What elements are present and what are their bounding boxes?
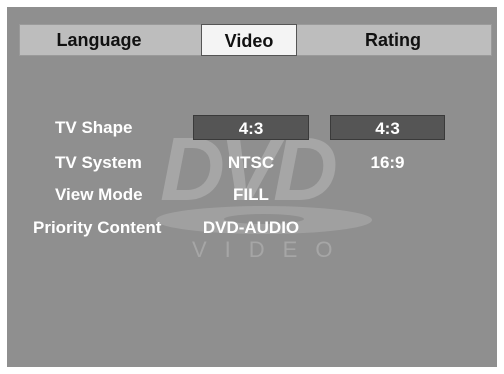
priority-content-value[interactable]: DVD-AUDIO bbox=[193, 218, 309, 238]
view-mode-label: View Mode bbox=[55, 185, 143, 204]
tab-rating[interactable]: Rating bbox=[323, 24, 463, 56]
setup-menu-screen: DVD VIDEO Language Video Rating TV Shape… bbox=[7, 7, 497, 367]
priority-content-label: Priority Content bbox=[33, 218, 162, 237]
svg-text:VIDEO: VIDEO bbox=[192, 237, 350, 262]
tv-shape-current-value[interactable]: 4:3 bbox=[193, 115, 309, 140]
view-mode-value[interactable]: FILL bbox=[193, 185, 309, 205]
tv-system-value[interactable]: NTSC bbox=[193, 153, 309, 173]
tv-system-label: TV System bbox=[55, 153, 142, 172]
tab-language[interactable]: Language bbox=[29, 24, 169, 56]
tv-system-option[interactable]: 16:9 bbox=[330, 153, 445, 173]
tab-video[interactable]: Video bbox=[201, 24, 297, 56]
tv-shape-label: TV Shape bbox=[55, 118, 133, 137]
tv-shape-option[interactable]: 4:3 bbox=[330, 115, 445, 140]
